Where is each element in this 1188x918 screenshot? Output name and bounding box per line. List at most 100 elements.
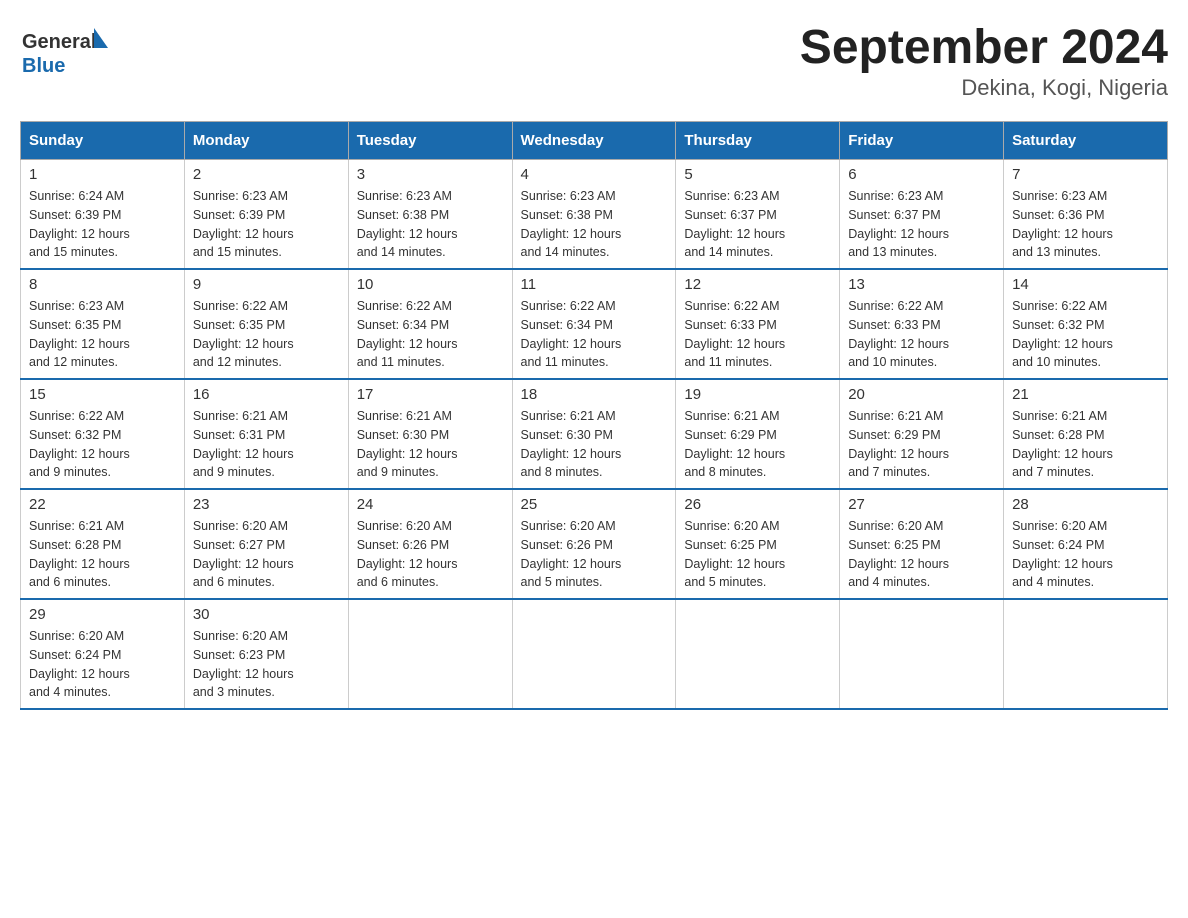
day-number: 27 bbox=[848, 496, 995, 513]
calendar-cell: 27 Sunrise: 6:20 AMSunset: 6:25 PMDayligh… bbox=[840, 489, 1004, 599]
day-number: 20 bbox=[848, 386, 995, 403]
day-info: Sunrise: 6:21 AMSunset: 6:28 PMDaylight:… bbox=[1012, 407, 1159, 482]
day-number: 14 bbox=[1012, 276, 1159, 293]
svg-text:Blue: Blue bbox=[22, 55, 65, 77]
day-number: 2 bbox=[193, 166, 340, 183]
calendar-cell bbox=[676, 599, 840, 709]
calendar-cell: 5Sunrise: 6:23 AMSunset: 6:37 PMDaylight… bbox=[676, 160, 840, 270]
calendar-cell: 8 Sunrise: 6:23 AMSunset: 6:35 PMDaylight… bbox=[21, 269, 185, 379]
day-info: Sunrise: 6:22 AMSunset: 6:34 PMDaylight:… bbox=[357, 297, 504, 372]
day-info: Sunrise: 6:23 AMSunset: 6:35 PMDaylight:… bbox=[29, 297, 176, 372]
calendar-cell: 24Sunrise: 6:20 AMSunset: 6:26 PMDayligh… bbox=[348, 489, 512, 599]
month-title: September 2024 bbox=[800, 20, 1168, 75]
day-info: Sunrise: 6:21 AMSunset: 6:30 PMDaylight:… bbox=[521, 407, 668, 482]
day-info: Sunrise: 6:23 AMSunset: 6:37 PMDaylight:… bbox=[848, 187, 995, 262]
day-number: 12 bbox=[684, 276, 831, 293]
day-info: Sunrise: 6:20 AMSunset: 6:25 PMDaylight:… bbox=[684, 517, 831, 592]
day-info: Sunrise: 6:22 AMSunset: 6:32 PMDaylight:… bbox=[29, 407, 176, 482]
day-number: 5 bbox=[684, 166, 831, 183]
week-row-4: 22Sunrise: 6:21 AMSunset: 6:28 PMDayligh… bbox=[21, 489, 1168, 599]
day-number: 30 bbox=[193, 606, 340, 623]
day-info: Sunrise: 6:22 AMSunset: 6:34 PMDaylight:… bbox=[521, 297, 668, 372]
day-info: Sunrise: 6:20 AMSunset: 6:23 PMDaylight:… bbox=[193, 627, 340, 702]
calendar-cell: 19 Sunrise: 6:21 AMSunset: 6:29 PMDayligh… bbox=[676, 379, 840, 489]
day-info: Sunrise: 6:20 AMSunset: 6:27 PMDaylight:… bbox=[193, 517, 340, 592]
calendar-cell: 20 Sunrise: 6:21 AMSunset: 6:29 PMDayligh… bbox=[840, 379, 1004, 489]
day-number: 19 bbox=[684, 386, 831, 403]
calendar-cell: 14 Sunrise: 6:22 AMSunset: 6:32 PMDayligh… bbox=[1004, 269, 1168, 379]
calendar-cell: 1 Sunrise: 6:24 AMSunset: 6:39 PMDaylight… bbox=[21, 160, 185, 270]
title-block: September 2024 Dekina, Kogi, Nigeria bbox=[800, 20, 1168, 101]
week-row-2: 8 Sunrise: 6:23 AMSunset: 6:35 PMDaylight… bbox=[21, 269, 1168, 379]
day-info: Sunrise: 6:22 AMSunset: 6:33 PMDaylight:… bbox=[848, 297, 995, 372]
day-number: 26 bbox=[684, 496, 831, 513]
calendar-cell bbox=[840, 599, 1004, 709]
day-number: 28 bbox=[1012, 496, 1159, 513]
calendar-cell: 4 Sunrise: 6:23 AMSunset: 6:38 PMDaylight… bbox=[512, 160, 676, 270]
day-number: 1 bbox=[29, 166, 176, 183]
weekday-header-thursday: Thursday bbox=[676, 122, 840, 160]
weekday-header-sunday: Sunday bbox=[21, 122, 185, 160]
day-number: 29 bbox=[29, 606, 176, 623]
day-number: 7 bbox=[1012, 166, 1159, 183]
day-info: Sunrise: 6:21 AMSunset: 6:29 PMDaylight:… bbox=[684, 407, 831, 482]
day-number: 24 bbox=[357, 496, 504, 513]
day-number: 9 bbox=[193, 276, 340, 293]
day-number: 15 bbox=[29, 386, 176, 403]
day-info: Sunrise: 6:22 AMSunset: 6:32 PMDaylight:… bbox=[1012, 297, 1159, 372]
weekday-header-wednesday: Wednesday bbox=[512, 122, 676, 160]
day-number: 4 bbox=[521, 166, 668, 183]
day-number: 13 bbox=[848, 276, 995, 293]
calendar-cell: 13 Sunrise: 6:22 AMSunset: 6:33 PMDayligh… bbox=[840, 269, 1004, 379]
day-info: Sunrise: 6:23 AMSunset: 6:36 PMDaylight:… bbox=[1012, 187, 1159, 262]
week-row-1: 1 Sunrise: 6:24 AMSunset: 6:39 PMDaylight… bbox=[21, 160, 1168, 270]
day-info: Sunrise: 6:21 AMSunset: 6:30 PMDaylight:… bbox=[357, 407, 504, 482]
calendar-cell: 26 Sunrise: 6:20 AMSunset: 6:25 PMDayligh… bbox=[676, 489, 840, 599]
day-number: 22 bbox=[29, 496, 176, 513]
day-info: Sunrise: 6:21 AMSunset: 6:29 PMDaylight:… bbox=[848, 407, 995, 482]
calendar-cell: 6 Sunrise: 6:23 AMSunset: 6:37 PMDaylight… bbox=[840, 160, 1004, 270]
calendar-cell: 10Sunrise: 6:22 AMSunset: 6:34 PMDayligh… bbox=[348, 269, 512, 379]
day-info: Sunrise: 6:20 AMSunset: 6:25 PMDaylight:… bbox=[848, 517, 995, 592]
calendar-cell: 18 Sunrise: 6:21 AMSunset: 6:30 PMDayligh… bbox=[512, 379, 676, 489]
day-info: Sunrise: 6:24 AMSunset: 6:39 PMDaylight:… bbox=[29, 187, 176, 262]
day-info: Sunrise: 6:22 AMSunset: 6:35 PMDaylight:… bbox=[193, 297, 340, 372]
location-title: Dekina, Kogi, Nigeria bbox=[800, 75, 1168, 101]
day-number: 18 bbox=[521, 386, 668, 403]
day-info: Sunrise: 6:20 AMSunset: 6:26 PMDaylight:… bbox=[521, 517, 668, 592]
day-number: 25 bbox=[521, 496, 668, 513]
calendar-cell bbox=[348, 599, 512, 709]
weekday-header-friday: Friday bbox=[840, 122, 1004, 160]
day-number: 23 bbox=[193, 496, 340, 513]
day-info: Sunrise: 6:23 AMSunset: 6:39 PMDaylight:… bbox=[193, 187, 340, 262]
calendar-cell: 16Sunrise: 6:21 AMSunset: 6:31 PMDayligh… bbox=[184, 379, 348, 489]
day-info: Sunrise: 6:20 AMSunset: 6:24 PMDaylight:… bbox=[29, 627, 176, 702]
calendar-cell: 12Sunrise: 6:22 AMSunset: 6:33 PMDayligh… bbox=[676, 269, 840, 379]
day-info: Sunrise: 6:23 AMSunset: 6:38 PMDaylight:… bbox=[357, 187, 504, 262]
day-number: 17 bbox=[357, 386, 504, 403]
calendar-cell: 29 Sunrise: 6:20 AMSunset: 6:24 PMDayligh… bbox=[21, 599, 185, 709]
calendar-cell: 17 Sunrise: 6:21 AMSunset: 6:30 PMDayligh… bbox=[348, 379, 512, 489]
logo: General Blue bbox=[20, 20, 110, 85]
calendar-cell bbox=[1004, 599, 1168, 709]
calendar-cell: 15 Sunrise: 6:22 AMSunset: 6:32 PMDayligh… bbox=[21, 379, 185, 489]
day-number: 11 bbox=[521, 276, 668, 293]
week-row-5: 29 Sunrise: 6:20 AMSunset: 6:24 PMDayligh… bbox=[21, 599, 1168, 709]
calendar-table: SundayMondayTuesdayWednesdayThursdayFrid… bbox=[20, 121, 1168, 710]
day-number: 21 bbox=[1012, 386, 1159, 403]
weekday-header-monday: Monday bbox=[184, 122, 348, 160]
day-number: 3 bbox=[357, 166, 504, 183]
weekday-header-tuesday: Tuesday bbox=[348, 122, 512, 160]
day-info: Sunrise: 6:21 AMSunset: 6:31 PMDaylight:… bbox=[193, 407, 340, 482]
logo-svg: General Blue bbox=[20, 20, 110, 85]
calendar-cell: 25 Sunrise: 6:20 AMSunset: 6:26 PMDayligh… bbox=[512, 489, 676, 599]
svg-text:General: General bbox=[22, 31, 96, 53]
day-number: 6 bbox=[848, 166, 995, 183]
calendar-cell: 2 Sunrise: 6:23 AMSunset: 6:39 PMDaylight… bbox=[184, 160, 348, 270]
day-info: Sunrise: 6:23 AMSunset: 6:38 PMDaylight:… bbox=[521, 187, 668, 262]
day-number: 8 bbox=[29, 276, 176, 293]
calendar-cell: 9 Sunrise: 6:22 AMSunset: 6:35 PMDaylight… bbox=[184, 269, 348, 379]
calendar-cell: 30 Sunrise: 6:20 AMSunset: 6:23 PMDayligh… bbox=[184, 599, 348, 709]
page-header: General Blue September 2024 Dekina, Kogi… bbox=[20, 20, 1168, 101]
calendar-cell: 28Sunrise: 6:20 AMSunset: 6:24 PMDayligh… bbox=[1004, 489, 1168, 599]
